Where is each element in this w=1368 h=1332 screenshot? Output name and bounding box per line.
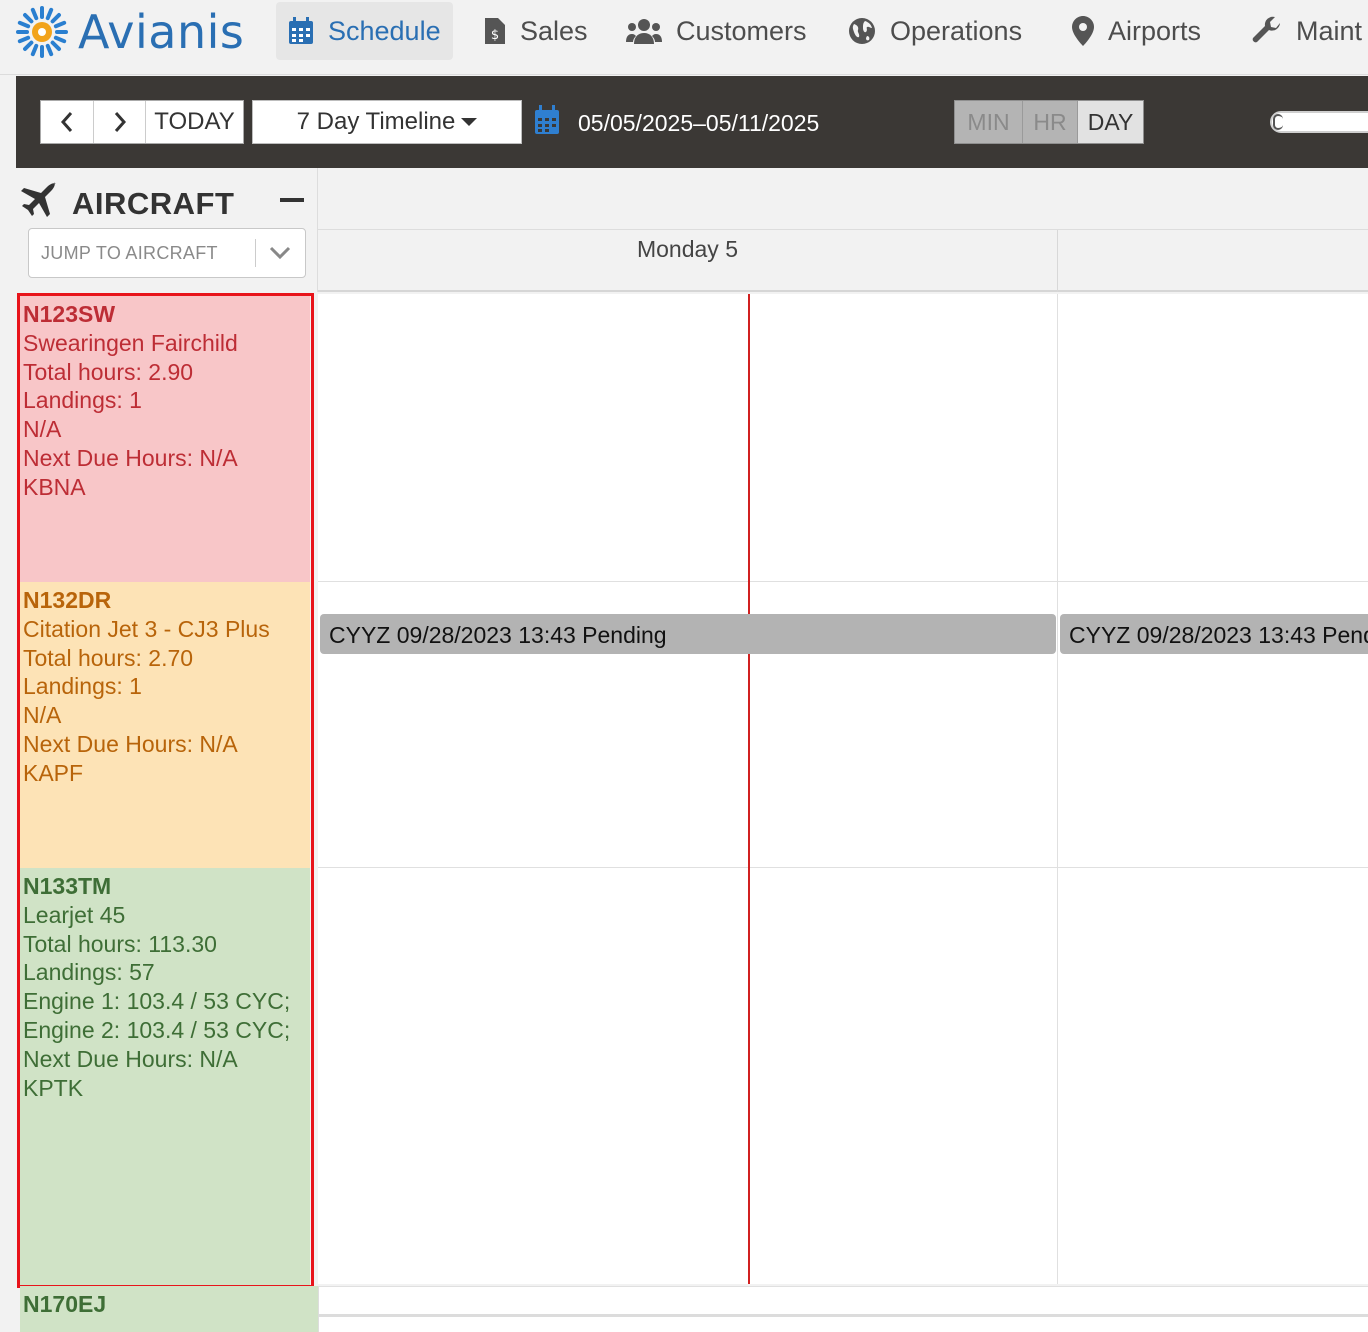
timeline-grid: CYYZ 09/28/2023 13:43 Pending CYYZ 09/28… (318, 294, 1368, 1284)
zoom-hr-button[interactable]: HR (1023, 101, 1078, 143)
aircraft-model: Citation Jet 3 - CJ3 Plus (23, 615, 270, 642)
map-pin-icon (1072, 16, 1094, 46)
aircraft-next-due: Next Due Hours: N/A (23, 730, 238, 757)
timeline-row (318, 1286, 1368, 1332)
schedule-event[interactable]: CYYZ 09/28/2023 13:43 Pending (1060, 614, 1368, 654)
aircraft-engine-2: Engine 2: 103.4 / 53 CYC; (23, 1016, 291, 1043)
calendar-icon (534, 105, 560, 141)
aircraft-panel-title: AIRCRAFT (20, 182, 234, 226)
timeline-day-header: Monday 5 (318, 230, 1368, 292)
aircraft-title-text: AIRCRAFT (72, 186, 235, 221)
timeline-header-top (318, 168, 1368, 230)
chevron-down-icon[interactable] (269, 241, 291, 263)
nav-airports[interactable]: Airports (1060, 2, 1213, 60)
aircraft-card-n133tm[interactable]: N133TM Learjet 45 Total hours: 113.30 La… (20, 868, 310, 1286)
date-range-text: 05/05/2025–05/11/2025 (578, 109, 820, 136)
nav-label: Airports (1108, 15, 1202, 46)
aircraft-row-n170ej: N170EJ (16, 1286, 1368, 1332)
nav-schedule[interactable]: Schedule (276, 2, 453, 60)
previous-button[interactable] (41, 101, 94, 143)
caret-down-icon (461, 118, 478, 126)
date-range-picker[interactable]: 05/05/2025–05/11/2025 (534, 104, 819, 142)
aircraft-registration: N123SW (23, 301, 116, 327)
nav-sales[interactable]: $ Sales (472, 2, 600, 60)
aircraft-engines: N/A (23, 416, 62, 443)
select-divider (255, 239, 256, 267)
schedule-event[interactable]: CYYZ 09/28/2023 13:43 Pending (320, 614, 1056, 654)
avianis-logo-icon (16, 6, 68, 58)
row-divider (318, 1314, 1368, 1317)
zoom-day-button[interactable]: DAY (1078, 101, 1143, 143)
aircraft-registration: N132DR (23, 587, 112, 613)
nav-label: Schedule (328, 15, 441, 46)
aircraft-model: Swearingen Fairchild (23, 329, 238, 356)
calendar-icon (288, 17, 314, 45)
aircraft-base: KAPF (23, 759, 84, 786)
aircraft-base: KBNA (23, 473, 86, 500)
nav-label: Sales (520, 15, 588, 46)
top-navigation: Avianis Schedule $ Sales Customers Opera… (0, 0, 1368, 75)
aircraft-next-due: Next Due Hours: N/A (23, 444, 238, 471)
nav-maintenance[interactable]: Maint (1240, 2, 1368, 60)
row-divider (318, 581, 1368, 582)
date-navigation-group: TODAY (40, 100, 244, 144)
view-select-dropdown[interactable]: 7 Day Timeline (252, 100, 522, 144)
aircraft-engine-1: Engine 1: 103.4 / 53 CYC; (23, 988, 291, 1015)
row-divider (318, 867, 1368, 868)
aircraft-total-hours: Total hours: 2.90 (23, 358, 194, 385)
aircraft-total-hours: Total hours: 113.30 (23, 930, 217, 957)
jump-to-aircraft-select[interactable]: JUMP TO AIRCRAFT (28, 228, 306, 278)
nav-label: Operations (890, 15, 1023, 46)
jump-placeholder: JUMP TO AIRCRAFT (41, 243, 218, 263)
aircraft-landings: Landings: 1 (23, 387, 142, 414)
chevron-left-icon (60, 112, 73, 132)
collapse-panel-button[interactable] (280, 198, 304, 202)
aircraft-landings: Landings: 57 (23, 959, 155, 986)
aircraft-next-due: Next Due Hours: N/A (23, 1045, 238, 1072)
day-divider (1057, 294, 1058, 1284)
aircraft-registration: N133TM (23, 873, 112, 899)
wrench-icon (1252, 16, 1282, 46)
brand-name: Avianis (78, 5, 245, 59)
zoom-min-button[interactable]: MIN (955, 101, 1023, 143)
aircraft-registration: N170EJ (23, 1291, 107, 1317)
slider-handle[interactable] (1273, 114, 1283, 130)
aircraft-landings: Landings: 1 (23, 673, 142, 700)
svg-text:$: $ (491, 28, 499, 43)
nav-operations[interactable]: Operations (836, 2, 1034, 60)
airplane-icon (20, 182, 58, 226)
next-button[interactable] (94, 101, 146, 143)
aircraft-model: Learjet 45 (23, 901, 126, 928)
nav-label: Customers (676, 15, 807, 46)
globe-icon (848, 17, 876, 45)
view-select-label: 7 Day Timeline (296, 108, 456, 135)
users-icon (626, 18, 662, 44)
chevron-right-icon (114, 112, 126, 132)
day-header-tuesday (1058, 230, 1368, 292)
today-button[interactable]: TODAY (146, 101, 243, 143)
nav-label: Maint (1296, 15, 1363, 46)
aircraft-panel-header: AIRCRAFT JUMP TO AIRCRAFT (16, 168, 318, 292)
zoom-level-group: MIN HR DAY (954, 100, 1144, 144)
current-time-indicator (748, 294, 750, 1284)
zoom-slider[interactable] (1270, 111, 1368, 133)
aircraft-card-n170ej[interactable]: N170EJ (20, 1286, 318, 1332)
aircraft-total-hours: Total hours: 2.70 (23, 644, 194, 671)
aircraft-card-n132dr[interactable]: N132DR Citation Jet 3 - CJ3 Plus Total h… (20, 582, 310, 868)
invoice-icon: $ (484, 17, 506, 45)
brand-logo[interactable]: Avianis (14, 4, 244, 60)
nav-customers[interactable]: Customers (614, 2, 819, 60)
aircraft-card-n123sw[interactable]: N123SW Swearingen Fairchild Total hours:… (20, 296, 310, 582)
day-header-monday: Monday 5 (318, 230, 1058, 292)
schedule-toolbar: TODAY 7 Day Timeline 05/05/2025–05/11/20… (16, 76, 1368, 168)
aircraft-base: KPTK (23, 1074, 84, 1101)
aircraft-engines: N/A (23, 702, 62, 729)
